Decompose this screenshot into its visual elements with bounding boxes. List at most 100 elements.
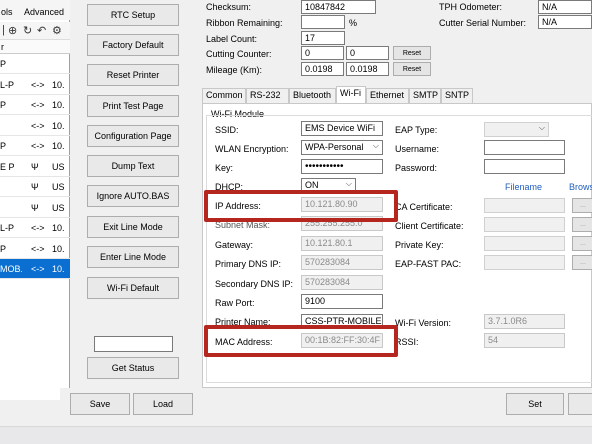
- ip-address-highlight: [204, 190, 398, 222]
- mileage-field-1: 0.0198: [301, 62, 344, 76]
- dump-text-button[interactable]: Dump Text: [87, 155, 179, 177]
- eap-type-label: EAP Type:: [395, 125, 438, 135]
- tab-bluetooth[interactable]: Bluetooth: [289, 88, 336, 103]
- list-item[interactable]: <-> 10.: [0, 116, 70, 136]
- list-item-c2: Ψ: [31, 182, 39, 192]
- mileage-field-2: 0.0198: [346, 62, 389, 76]
- set-button[interactable]: Set: [506, 393, 564, 415]
- wlan-encryption-label: WLAN Encryption:: [215, 144, 289, 154]
- connect-icon[interactable]: ⊕: [8, 24, 17, 37]
- secondary-dns-field: 570283084: [301, 275, 383, 290]
- reset-printer-button[interactable]: Reset Printer: [87, 64, 179, 86]
- menu-tools[interactable]: ols: [1, 7, 13, 17]
- private-key-field: [484, 236, 565, 251]
- checksum-field: 10847842: [301, 0, 376, 14]
- ca-certificate-browse-button[interactable]: ...: [572, 198, 592, 213]
- list-item-c1: MOB..: [0, 264, 22, 274]
- list-item[interactable]: P <-> 10.: [0, 136, 70, 156]
- password-field[interactable]: [484, 159, 565, 174]
- exit-line-mode-button[interactable]: Exit Line Mode: [87, 216, 179, 238]
- reset-cutting-button[interactable]: Reset: [393, 46, 431, 60]
- list-item[interactable]: P <-> 10.: [0, 239, 70, 259]
- enter-line-mode-button[interactable]: Enter Line Mode: [87, 246, 179, 268]
- ssid-field[interactable]: EMS Device WiFi: [301, 121, 383, 136]
- list-item-c3: 10.: [52, 141, 65, 151]
- username-field[interactable]: [484, 140, 565, 155]
- get-status-button[interactable]: Get Status: [87, 357, 179, 379]
- tab-ethernet[interactable]: Ethernet: [366, 88, 409, 103]
- status-field: [94, 336, 173, 352]
- tab-smtp[interactable]: SMTP: [409, 88, 441, 103]
- ribbon-remaining-field: [301, 15, 345, 29]
- list-item[interactable]: L-P <-> 10.: [0, 218, 70, 238]
- print-test-page-button[interactable]: Print Test Page: [87, 95, 179, 117]
- list-item[interactable]: Ψ US: [0, 177, 70, 197]
- tph-odometer-label: TPH Odometer:: [439, 2, 503, 12]
- menu-bar: ols Advanced: [0, 0, 70, 20]
- extra-button[interactable]: [568, 393, 592, 415]
- gear-icon[interactable]: ⚙: [52, 24, 62, 37]
- list-item-c3: 10.: [52, 120, 65, 131]
- tab-sntp[interactable]: SNTP: [441, 88, 473, 103]
- tab-rs232[interactable]: RS-232: [246, 88, 289, 103]
- cutting-counter-label: Cutting Counter:: [206, 49, 272, 59]
- raw-port-field[interactable]: 9100: [301, 294, 383, 309]
- eap-fast-pac-browse-button[interactable]: ...: [572, 255, 592, 270]
- private-key-browse-button[interactable]: ...: [572, 236, 592, 251]
- list-item-c1: E P: [0, 161, 15, 172]
- list-item[interactable]: E P Ψ US: [0, 157, 70, 177]
- list-header: r: [0, 40, 70, 54]
- wlan-encryption-select[interactable]: WPA-Personal ⌵: [301, 140, 383, 155]
- private-key-label: Private Key:: [395, 240, 444, 250]
- key-field[interactable]: •••••••••••: [301, 159, 383, 174]
- primary-dns-label: Primary DNS IP:: [215, 259, 282, 269]
- list-item[interactable]: L-P <-> 10.: [0, 75, 70, 95]
- list-item-c2: <->: [31, 100, 45, 110]
- ignore-auto-bas-button[interactable]: Ignore AUTO.BAS: [87, 185, 179, 207]
- browse-column-header: Brows: [569, 182, 592, 192]
- back-icon[interactable]: ↶: [37, 24, 46, 37]
- configuration-page-button[interactable]: Configuration Page: [87, 125, 179, 147]
- list-item[interactable]: P: [0, 54, 70, 74]
- tab-common[interactable]: Common: [202, 88, 246, 103]
- secondary-dns-label: Secondary DNS IP:: [215, 279, 294, 289]
- rssi-field: 54: [484, 333, 565, 348]
- load-button[interactable]: Load: [133, 393, 193, 415]
- list-item-c2: Ψ: [31, 161, 39, 172]
- ca-certificate-field: [484, 198, 565, 213]
- reset-mileage-button[interactable]: Reset: [393, 62, 431, 76]
- list-item[interactable]: P <-> 10.: [0, 95, 70, 115]
- list-header-label: r: [1, 42, 4, 52]
- toolbar-sep-icon: |: [2, 24, 5, 36]
- client-certificate-field: [484, 217, 565, 232]
- list-item-c3: US: [52, 202, 65, 213]
- wifi-default-button[interactable]: Wi-Fi Default: [87, 277, 179, 299]
- rssi-label: RSSI:: [395, 337, 419, 347]
- tph-odometer-field: N/A: [538, 0, 592, 14]
- menu-advanced[interactable]: Advanced: [24, 7, 64, 17]
- list-item-c3: 10.: [52, 100, 65, 110]
- cutting-counter-field-1: 0: [301, 46, 344, 60]
- ca-certificate-label: CA Certificate:: [395, 202, 453, 212]
- factory-default-button[interactable]: Factory Default: [87, 34, 179, 56]
- toolbar: | ⊕ ↻ ↶ ⚙: [0, 22, 70, 40]
- list-item[interactable]: Ψ US: [0, 198, 70, 218]
- primary-dns-field: 570283084: [301, 255, 383, 270]
- refresh-icon[interactable]: ↻: [23, 24, 32, 37]
- username-label: Username:: [395, 144, 440, 154]
- list-item-c3: 10.: [52, 243, 65, 254]
- raw-port-label: Raw Port:: [215, 298, 255, 308]
- save-button[interactable]: Save: [70, 393, 130, 415]
- chevron-down-icon: ⌵: [538, 123, 545, 132]
- list-item-c3: 10.: [52, 79, 65, 90]
- eap-type-select[interactable]: ⌵: [484, 122, 549, 137]
- ribbon-remaining-label: Ribbon Remaining:: [206, 18, 283, 28]
- dhcp-value: ON: [305, 180, 319, 190]
- tab-wifi[interactable]: Wi-Fi: [336, 86, 366, 103]
- rtc-setup-button[interactable]: RTC Setup: [87, 4, 179, 26]
- list-item-c3: 10.: [52, 223, 65, 233]
- list-item[interactable]: MOB.. <-> 10.: [0, 259, 70, 279]
- client-certificate-browse-button[interactable]: ...: [572, 217, 592, 232]
- ssid-label: SSID:: [215, 125, 239, 135]
- gateway-field: 10.121.80.1: [301, 236, 383, 251]
